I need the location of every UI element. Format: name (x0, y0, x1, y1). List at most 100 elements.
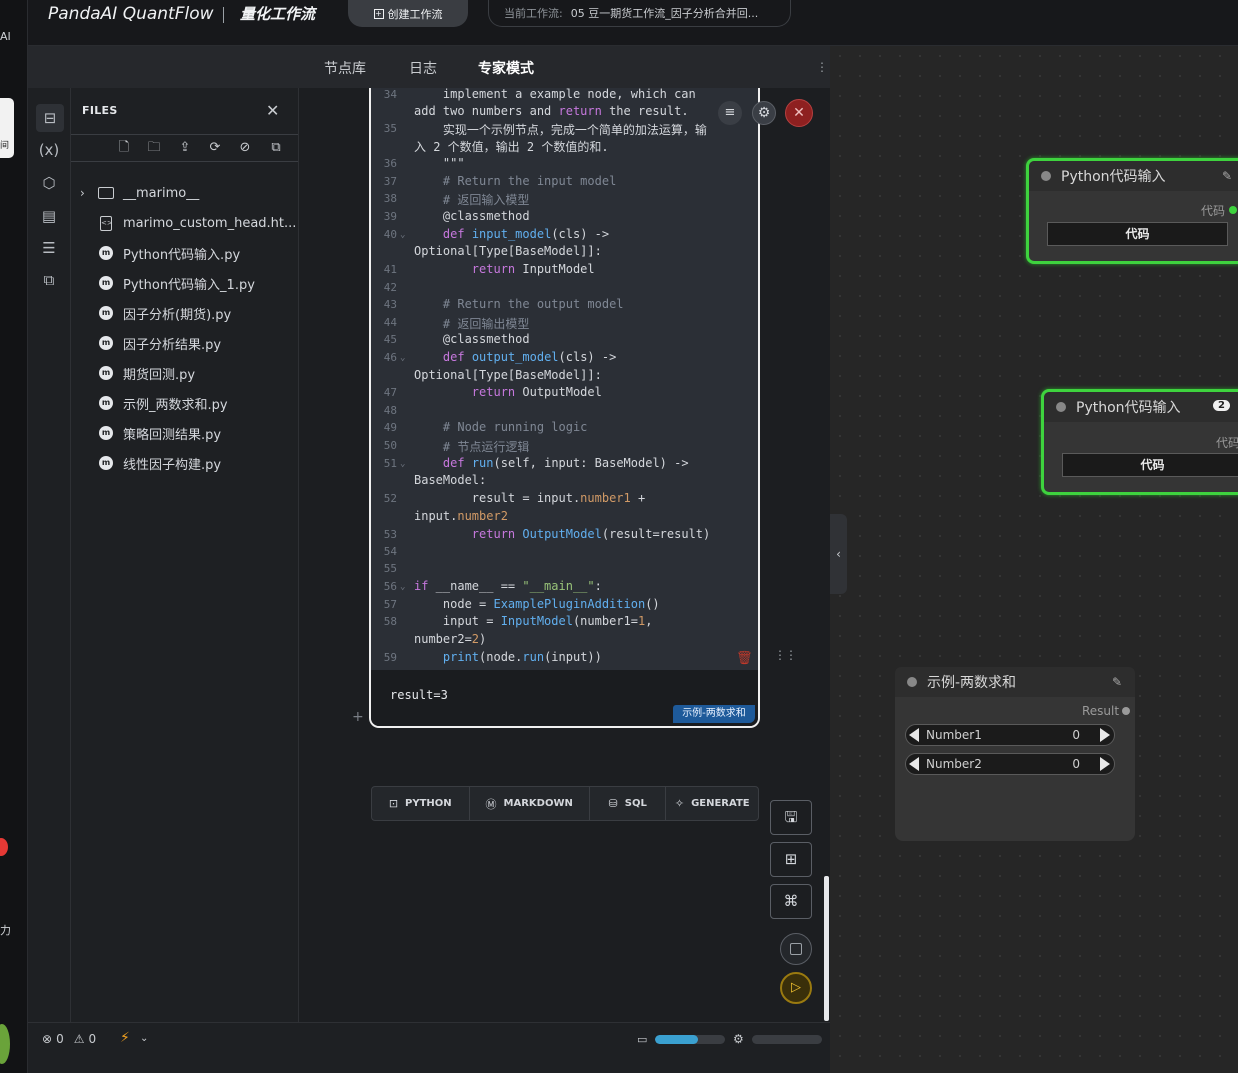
add-markdown-button[interactable]: Ⓜ MARKDOWN (470, 787, 590, 820)
node-two-number-sum[interactable]: 示例-两数求和 ✎ Result Number1 0 Number2 0 (895, 667, 1135, 841)
fold-chevron-icon[interactable]: ⌄ (400, 582, 405, 592)
line-number: 36 (383, 157, 397, 170)
new-file-icon[interactable]: 🗋 (115, 140, 133, 156)
file-name: 因子分析结果.py (123, 337, 222, 353)
snippets-icon[interactable]: ▤ (38, 205, 60, 227)
current-workflow-label: 当前工作流: (504, 7, 563, 20)
drag-handle-icon[interactable]: ⋮⋮ (774, 648, 797, 662)
edit-icon[interactable]: ✎ (1112, 675, 1122, 689)
file-name: 线性因子构建.py (123, 457, 222, 473)
marimo-file-icon: m (98, 245, 114, 261)
edit-icon[interactable]: ✎ (1222, 169, 1232, 183)
code-line: add two numbers and return the result. (414, 104, 689, 118)
lightning-icon[interactable]: ⚡ (120, 1030, 130, 1046)
code-line: node = ExamplePluginAddition() (414, 597, 660, 611)
generate-button[interactable]: ✧ GENERATE (666, 787, 758, 820)
upload-icon[interactable]: ⇪ (176, 140, 194, 156)
file-item[interactable]: m 策略回测结果.py (80, 422, 221, 444)
line-number: 48 (383, 404, 397, 417)
output-slot[interactable] (1122, 707, 1130, 715)
tab-expert-mode[interactable]: 专家模式 (478, 58, 534, 78)
copy-icon[interactable]: ⧉ (267, 140, 285, 156)
file-tree-icon[interactable]: ⊟ (36, 104, 64, 132)
widget-name: Number2 (926, 757, 982, 771)
file-item[interactable]: › __marimo__ (80, 182, 199, 204)
refresh-icon[interactable]: ⟳ (206, 140, 224, 156)
fold-chevron-icon[interactable]: ⌄ (400, 353, 405, 363)
run-button[interactable]: ▷ (780, 972, 812, 1004)
cell-menu-icon[interactable]: ≡ (718, 101, 742, 125)
sparkle-icon: ✧ (674, 797, 685, 810)
node-header[interactable]: Python代码输入 2 (1044, 392, 1238, 422)
variables-icon[interactable]: (x) (38, 139, 60, 161)
save-icon[interactable]: 🖫 (770, 800, 812, 835)
layout-icon[interactable]: ⊞ (770, 842, 812, 877)
gear-icon[interactable]: ⚙ (752, 101, 776, 125)
create-workflow-button[interactable]: + 创建工作流 (348, 0, 468, 27)
marimo-file-icon: m (98, 365, 114, 381)
tab-logs[interactable]: 日志 (409, 58, 437, 78)
chevron-down-icon[interactable]: ⌄ (140, 1033, 148, 1044)
code-button[interactable]: 代码 (1062, 453, 1238, 477)
outline-icon[interactable]: ☰ (38, 237, 60, 259)
code-line: if __name__ == "__main__": (414, 579, 602, 593)
tab-node-library[interactable]: 节点库 (324, 58, 366, 78)
collapse-panel-button[interactable]: ‹ (830, 514, 847, 594)
file-item[interactable]: m Python代码输入_1.py (80, 272, 255, 294)
folder-shape (98, 187, 114, 199)
dependency-graph-icon[interactable]: ⧉ (38, 269, 60, 291)
command-icon[interactable]: ⌘ (770, 884, 812, 919)
hide-icon[interactable]: ⊘ (236, 140, 254, 156)
number2-widget[interactable]: Number2 0 (905, 753, 1115, 775)
decrement-arrow-icon[interactable] (909, 757, 919, 771)
trash-icon[interactable]: 🗑 (736, 651, 753, 666)
file-item[interactable]: m 因子分析结果.py (80, 332, 221, 354)
problems-indicator[interactable]: ⊗ 0 ⚠ 0 (42, 1032, 96, 1046)
marimo-file-icon: m (98, 305, 114, 321)
add-sql-label: SQL (624, 798, 647, 809)
decrement-arrow-icon[interactable] (909, 728, 919, 742)
output-slot[interactable] (1229, 206, 1237, 214)
line-number: 40 (383, 228, 397, 241)
file-item[interactable]: m 示例_两数求和.py (80, 392, 228, 414)
current-workflow-pill[interactable]: 当前工作流: 05 豆一期货工作流_因子分析合并回... (488, 0, 791, 27)
file-name: 因子分析(期货).py (123, 307, 232, 323)
fold-chevron-icon[interactable]: ⌄ (400, 459, 405, 469)
marimo-badge: m (99, 456, 113, 470)
edge-bottom-text: 力 (0, 924, 11, 937)
node-python-input-2[interactable]: Python代码输入 2 代码 代码 (1041, 389, 1238, 495)
memory-usage-fill (655, 1035, 699, 1044)
node-python-input-1[interactable]: Python代码输入 ✎ 代码 代码 (1026, 158, 1238, 264)
file-item[interactable]: m 线性因子构建.py (80, 452, 221, 474)
node-title: Python代码输入 (1061, 169, 1166, 185)
avatar[interactable] (0, 1024, 10, 1064)
fold-chevron-icon[interactable]: ⌄ (400, 230, 405, 240)
edge-card[interactable]: 间 (0, 98, 14, 158)
file-item[interactable]: m 期货回测.py (80, 362, 195, 384)
add-cell-icon[interactable]: + (352, 709, 364, 725)
node-header[interactable]: 示例-两数求和 ✎ (895, 667, 1135, 697)
code-editor[interactable]: 34 implement a example node, which can ad… (371, 82, 758, 670)
file-item[interactable]: m 因子分析(期货).py (80, 302, 231, 324)
add-sql-button[interactable]: ⛁ SQL (590, 787, 667, 820)
code-button[interactable]: 代码 (1047, 222, 1228, 246)
new-folder-icon[interactable]: 🗀 (145, 140, 163, 156)
code-line: # Node running logic (414, 420, 588, 434)
scrollbar[interactable] (824, 876, 829, 1021)
widget-value: 0 (1072, 757, 1080, 771)
number1-widget[interactable]: Number1 0 (905, 724, 1115, 746)
close-cell-icon[interactable]: ✕ (785, 99, 813, 127)
add-python-button[interactable]: ⊡ PYTHON (372, 787, 470, 820)
stop-button[interactable] (780, 933, 812, 965)
close-icon[interactable]: ✕ (266, 101, 279, 120)
file-item[interactable]: <> marimo_custom_head.ht... (80, 212, 296, 234)
package-icon[interactable]: ⬡ (38, 172, 60, 194)
file-item[interactable]: m Python代码输入.py (80, 242, 240, 264)
code-line: @classmethod (442, 209, 530, 223)
increment-arrow-icon[interactable] (1100, 757, 1110, 771)
cell-name-badge[interactable]: 示例-两数求和 (673, 705, 755, 723)
left-edge-strip: AI 间 力 (0, 0, 28, 1073)
increment-arrow-icon[interactable] (1100, 728, 1110, 742)
node-header[interactable]: Python代码输入 ✎ (1029, 161, 1238, 191)
warning-icon: ⚠ (73, 1032, 85, 1046)
